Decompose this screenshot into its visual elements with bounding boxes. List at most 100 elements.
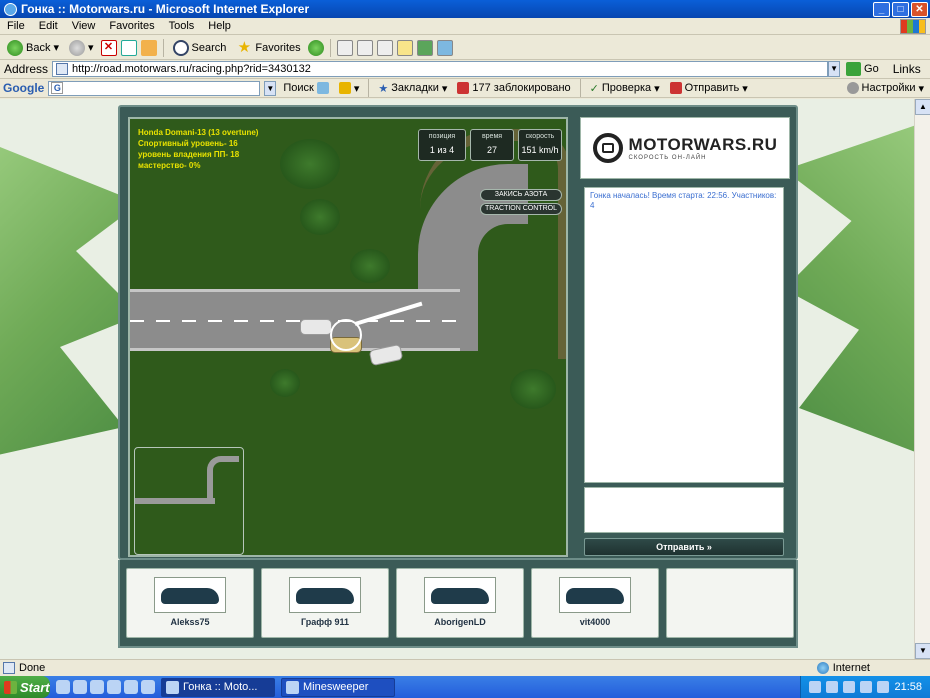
player-info: Honda Domani-13 (13 overtune) Спортивный… (138, 127, 258, 171)
google-logo[interactable]: Google (3, 81, 44, 95)
quick-launch-icon[interactable] (141, 680, 155, 694)
bookmarks-button[interactable]: ★ Закладки ▾ (375, 82, 450, 95)
menu-edit[interactable]: Edit (32, 20, 65, 32)
menu-tools[interactable]: Tools (162, 20, 202, 32)
speed-value: 151 km/h (521, 145, 559, 155)
player-card[interactable]: AborigenLD (396, 568, 524, 638)
notes-icon[interactable] (396, 39, 413, 56)
go-button[interactable]: Go (846, 62, 879, 76)
google-search-input[interactable]: G (48, 80, 261, 96)
close-button[interactable]: ✕ (911, 1, 928, 17)
settings-label: Настройки (861, 82, 916, 94)
window-titlebar: Гонка :: Motorwars.ru - Microsoft Intern… (0, 0, 930, 18)
address-dropdown[interactable]: ▼ (828, 61, 841, 77)
nitro-button[interactable]: ЗАКИСЬ АЗОТА (480, 189, 562, 201)
menu-file[interactable]: File (0, 20, 32, 32)
tray-icon[interactable] (809, 681, 822, 693)
menu-view[interactable]: View (65, 20, 103, 32)
player-car-name: Honda Domani-13 (13 overtune) (138, 128, 259, 137)
search-button[interactable]: Search (170, 39, 230, 56)
send-to-button[interactable]: Отправить ▾ (667, 82, 751, 95)
player-skill-level: уровень владения ПП- 18 (138, 150, 240, 159)
tray-icon[interactable] (843, 681, 856, 693)
position-value: 1 из 4 (429, 145, 455, 155)
taskbar-item-minesweeper[interactable]: Minesweeper (281, 677, 395, 697)
bookmark-star-icon: ★ (378, 82, 389, 95)
minimize-button[interactable]: _ (873, 1, 890, 17)
clock[interactable]: 21:58 (894, 681, 922, 693)
player-card[interactable]: Графф 911 (261, 568, 389, 638)
bush (270, 369, 300, 397)
research-icon[interactable] (416, 39, 433, 56)
start-label: Start (20, 679, 50, 695)
player-card[interactable]: vit4000 (531, 568, 659, 638)
messenger-icon[interactable] (436, 39, 453, 56)
tray-icon[interactable] (826, 681, 839, 693)
taskbar-item-label: Minesweeper (303, 681, 369, 693)
toolbar-separator (368, 79, 370, 97)
hud-time: время 27 (470, 129, 514, 161)
refresh-icon[interactable] (120, 39, 137, 56)
address-input[interactable]: http://road.motorwars.ru/racing.php?rid=… (52, 61, 829, 77)
traction-control-button[interactable]: TRACTION CONTROL (480, 203, 562, 215)
player-car-image (289, 577, 361, 613)
back-label: Back (26, 41, 51, 54)
quick-launch-icon[interactable] (90, 680, 104, 694)
search-label: Search (191, 41, 227, 54)
scroll-down-arrow[interactable]: ▼ (915, 643, 930, 659)
spellcheck-button[interactable]: ✓ Проверка ▾ (587, 82, 663, 95)
back-button[interactable]: Back ▾ (4, 39, 62, 56)
news-icon (338, 82, 351, 94)
globe-icon (816, 661, 829, 674)
start-button[interactable]: Start (0, 676, 50, 698)
print-icon[interactable] (356, 39, 373, 56)
news-button[interactable]: ▾ (336, 82, 363, 95)
player-name: vit4000 (579, 617, 611, 627)
home-icon[interactable] (140, 39, 157, 56)
scroll-up-arrow[interactable]: ▲ (915, 99, 930, 115)
chat-input[interactable] (584, 487, 784, 533)
chevron-down-icon[interactable]: ▾ (53, 41, 59, 54)
mail-icon[interactable] (336, 39, 353, 56)
chat-send-button[interactable]: Отправить » (584, 538, 784, 556)
tray-icon[interactable] (860, 681, 873, 693)
zone-label: Internet (832, 661, 870, 674)
forward-button[interactable]: ▾ (66, 39, 97, 56)
go-label: Go (864, 63, 879, 75)
google-search-button[interactable]: Поиск (280, 82, 331, 94)
bookmarks-label: Закладки (391, 82, 439, 94)
chevron-down-icon[interactable]: ▾ (88, 41, 94, 54)
quick-launch (56, 680, 155, 694)
time-label: время (481, 133, 503, 140)
taskbar-item-ie[interactable]: Гонка :: Moto... (161, 677, 275, 697)
go-arrow-icon (846, 62, 862, 76)
maximize-button[interactable]: □ (892, 1, 909, 17)
stop-icon[interactable]: ✕ (100, 39, 117, 56)
media-icon[interactable] (307, 39, 324, 56)
popup-blocker-button[interactable]: 177 заблокировано (454, 82, 573, 94)
race-track-view[interactable]: Honda Domani-13 (13 overtune) Спортивный… (128, 117, 568, 557)
quick-launch-icon[interactable] (124, 680, 138, 694)
google-search-dropdown[interactable]: ▼ (264, 80, 277, 96)
google-toolbar: Google G ▼ Поиск ▾ ★ Закладки ▾ 177 забло… (0, 79, 930, 98)
menu-help[interactable]: Help (201, 20, 238, 32)
google-settings-button[interactable]: Настройки ▾ (846, 82, 924, 95)
motorwars-logo[interactable]: MOTORWARS.RU СКОРОСТЬ ОН-ЛАЙН (580, 117, 790, 179)
links-button[interactable]: Links (893, 62, 921, 76)
system-tray: 21:58 (800, 676, 930, 698)
menu-favorites[interactable]: Favorites (102, 20, 161, 32)
quick-launch-icon[interactable] (107, 680, 121, 694)
minesweeper-icon (286, 680, 299, 694)
send-label: Отправить (684, 82, 740, 94)
window-title: Гонка :: Motorwars.ru - Microsoft Intern… (21, 2, 310, 16)
tray-icon[interactable] (877, 681, 890, 693)
vertical-scrollbar[interactable]: ▲ ▼ (914, 99, 930, 659)
quick-launch-icon[interactable] (56, 680, 70, 694)
speed-label: скорость (525, 133, 555, 140)
player-card[interactable]: Alekss75 (126, 568, 254, 638)
google-g-icon: G (51, 82, 64, 94)
edit-icon[interactable] (376, 39, 393, 56)
favorites-button[interactable]: ★ Favorites (233, 39, 303, 56)
side-panel: MOTORWARS.RU СКОРОСТЬ ОН-ЛАЙН Гонка нача… (580, 117, 790, 557)
quick-launch-icon[interactable] (73, 680, 87, 694)
